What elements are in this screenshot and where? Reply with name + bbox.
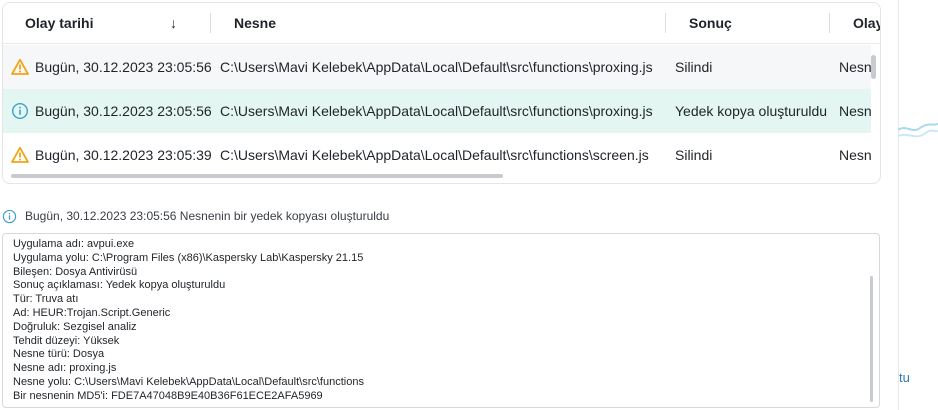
event-detail-header: Bugün, 30.12.2023 23:05:56 Nesnenin bir … [2, 207, 389, 225]
table-row[interactable]: Bugün, 30.12.2023 23:05:39 C:\Users\Mavi… [3, 133, 871, 177]
column-header-date[interactable]: Olay tarihi [25, 3, 93, 43]
detail-line: Tehdit düzeyi: Yüksek [13, 334, 120, 347]
details-vertical-scrollbar[interactable] [870, 276, 873, 402]
event-result: Yedek kopya oluşturuldu [675, 103, 828, 119]
event-type: Nesne [839, 59, 871, 75]
column-resize-handle[interactable] [665, 13, 666, 33]
event-object: C:\Users\Mavi Kelebek\AppData\Local\Defa… [220, 103, 653, 119]
detail-line: Ad: HEUR:Trojan.Script.Generic [13, 306, 171, 319]
event-type: Nesne [839, 103, 871, 119]
detail-line: Bileşen: Dosya Antivirüsü [13, 265, 138, 278]
sort-descending-icon[interactable]: ↓ [170, 3, 177, 43]
background-window [898, 0, 938, 410]
events-table: Olay tarihi ↓ Nesne Sonuç Olay Bugün, 30… [2, 2, 881, 184]
detail-line: Nesne türü: Dosya [13, 348, 105, 361]
table-horizontal-scrollbar[interactable] [11, 174, 503, 178]
background-wave-decoration [898, 123, 938, 138]
detail-line: Bir nesnenin MD5'i: FDE7A47048B9E40B36F6… [13, 389, 323, 402]
event-object: C:\Users\Mavi Kelebek\AppData\Local\Defa… [220, 147, 649, 163]
event-result: Silindi [675, 59, 713, 75]
detail-line: Uygulama yolu: C:\Program Files (x86)\Ka… [13, 251, 364, 264]
detail-line: Tür: Truva atı [13, 293, 79, 306]
table-header: Olay tarihi ↓ Nesne Sonuç Olay [3, 3, 880, 44]
event-type: Nesne [839, 147, 871, 163]
detail-line: Sonuç açıklaması: Yedek kopya oluşturuld… [13, 279, 226, 292]
info-icon [2, 210, 17, 224]
background-link-fragment[interactable]: tu [899, 370, 910, 385]
detail-line: Doğruluk: Sezgisel analiz [13, 320, 137, 333]
table-vertical-scrollbar[interactable] [871, 55, 876, 79]
event-details-lines: Uygulama adı: avpui.exe Uygulama yolu: C:… [13, 238, 364, 404]
warning-icon [11, 58, 29, 75]
table-row[interactable]: Bugün, 30.12.2023 23:05:56 C:\Users\Mavi… [3, 45, 871, 89]
event-date: Bugün, 30.12.2023 23:05:39 [35, 147, 212, 163]
warning-icon [11, 146, 29, 163]
info-icon [11, 102, 29, 120]
event-object: C:\Users\Mavi Kelebek\AppData\Local\Defa… [220, 59, 653, 75]
event-date: Bugün, 30.12.2023 23:05:56 [35, 103, 212, 119]
column-header-type[interactable]: Olay [853, 3, 880, 43]
detail-line: Nesne adı: proxing.js [13, 362, 117, 375]
event-detail-title: Bugün, 30.12.2023 23:05:56 Nesnenin bir … [25, 209, 390, 223]
event-details-textbox[interactable]: Uygulama adı: avpui.exe Uygulama yolu: C:… [2, 233, 880, 408]
column-resize-handle[interactable] [210, 13, 211, 33]
detail-line: Uygulama adı: avpui.exe [13, 238, 135, 250]
event-result: Silindi [675, 147, 713, 163]
detail-line: Nesne yolu: C:\Users\Mavi Kelebek\AppDat… [13, 375, 364, 388]
event-date: Bugün, 30.12.2023 23:05:56 [35, 59, 212, 75]
column-resize-handle[interactable] [829, 13, 830, 33]
column-header-object[interactable]: Nesne [234, 3, 276, 43]
table-row-selected[interactable]: Bugün, 30.12.2023 23:05:56 C:\Users\Mavi… [3, 89, 871, 133]
column-header-result[interactable]: Sonuç [689, 3, 732, 43]
